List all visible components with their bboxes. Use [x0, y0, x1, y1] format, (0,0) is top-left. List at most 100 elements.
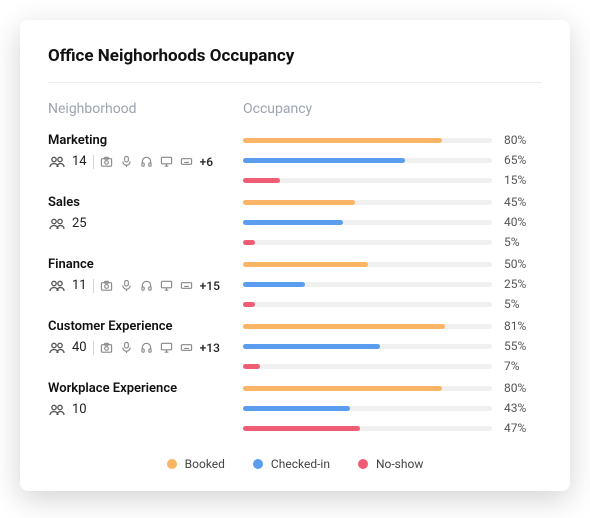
- bar-track: [243, 240, 492, 245]
- bar-row-no-show: 5%: [243, 297, 542, 311]
- bar-row-checked-in: 65%: [243, 153, 542, 167]
- legend-dot: [167, 459, 177, 469]
- neighborhood-row: Finance 11 +15: [48, 255, 243, 317]
- card-title: Office Neighorhoods Occupancy: [48, 46, 542, 66]
- neighborhood-meta: 25: [48, 216, 243, 231]
- people-icon: [48, 156, 66, 168]
- monitor-icon: [160, 155, 174, 169]
- amenity-extra-count: +13: [200, 341, 220, 355]
- bar-track: [243, 282, 492, 287]
- people-count: 10: [72, 402, 87, 417]
- people-icon: [48, 404, 66, 416]
- keyboard-icon: [180, 341, 194, 355]
- bar-track: [243, 324, 492, 329]
- bar-fill-booked: [243, 138, 442, 143]
- bar-track: [243, 220, 492, 225]
- legend-label: Booked: [185, 457, 225, 471]
- bar-track: [243, 200, 492, 205]
- bar-row-checked-in: 40%: [243, 215, 542, 229]
- monitor-icon: [160, 341, 174, 355]
- bar-track: [243, 426, 492, 431]
- bar-row-checked-in: 55%: [243, 339, 542, 353]
- neighborhood-name: Sales: [48, 195, 243, 210]
- monitor-icon: [160, 279, 174, 293]
- bar-percent: 47%: [504, 421, 542, 435]
- legend-label: Checked-in: [271, 457, 330, 471]
- bar-track: [243, 364, 492, 369]
- bar-fill-no-show: [243, 178, 280, 183]
- people-count: 11: [72, 278, 87, 293]
- bar-percent: 15%: [504, 173, 542, 187]
- bar-row-booked: 45%: [243, 195, 542, 209]
- bar-row-checked-in: 43%: [243, 401, 542, 415]
- bar-row-booked: 80%: [243, 381, 542, 395]
- occupancy-bars: 80% 65% 15%: [243, 131, 542, 193]
- neighborhood-name: Marketing: [48, 133, 243, 148]
- bar-percent: 5%: [504, 297, 542, 311]
- bar-percent: 5%: [504, 235, 542, 249]
- legend-item-no-show: No-show: [358, 457, 423, 471]
- bar-fill-booked: [243, 200, 355, 205]
- neighborhood-row: Sales 25: [48, 193, 243, 255]
- bar-row-no-show: 5%: [243, 235, 542, 249]
- neighborhood-meta: 14+6: [48, 154, 243, 169]
- amenity-extra-count: +6: [200, 155, 213, 169]
- occupancy-bars: 81% 55% 7%: [243, 317, 542, 379]
- neighborhood-row: Customer Experience 40 +13: [48, 317, 243, 379]
- occupancy-bars: 50% 25% 5%: [243, 255, 542, 317]
- occupancy-bars: 80% 43% 47%: [243, 379, 542, 441]
- neighborhood-row: Marketing 14+6: [48, 131, 243, 193]
- divider-line: [48, 82, 542, 83]
- headphones-icon: [140, 279, 154, 293]
- bar-fill-booked: [243, 262, 368, 267]
- neighborhood-meta: 10: [48, 402, 243, 417]
- meta-divider: [93, 279, 94, 293]
- meta-divider: [93, 341, 94, 355]
- bar-fill-no-show: [243, 364, 260, 369]
- amenity-extra-count: +15: [200, 279, 220, 293]
- bar-fill-no-show: [243, 426, 360, 431]
- bar-track: [243, 178, 492, 183]
- people-count: 25: [72, 216, 87, 231]
- bar-percent: 45%: [504, 195, 542, 209]
- bar-track: [243, 386, 492, 391]
- neighborhood-name: Customer Experience: [48, 319, 243, 334]
- bar-row-no-show: 7%: [243, 359, 542, 373]
- bar-percent: 25%: [504, 277, 542, 291]
- bar-track: [243, 406, 492, 411]
- camera-icon: [100, 155, 114, 169]
- bar-row-no-show: 47%: [243, 421, 542, 435]
- headphones-icon: [140, 155, 154, 169]
- bar-percent: 7%: [504, 359, 542, 373]
- legend-dot: [358, 459, 368, 469]
- legend-item-booked: Booked: [167, 457, 225, 471]
- bar-fill-checked-in: [243, 406, 350, 411]
- bar-percent: 50%: [504, 257, 542, 271]
- bar-fill-checked-in: [243, 344, 380, 349]
- bar-track: [243, 344, 492, 349]
- keyboard-icon: [180, 155, 194, 169]
- bar-percent: 43%: [504, 401, 542, 415]
- bar-fill-checked-in: [243, 220, 343, 225]
- bar-track: [243, 302, 492, 307]
- occupancy-column: Occupancy 80% 65% 15% 45% 40% 5% 50% 25% 5% 81% 55…: [243, 101, 542, 441]
- mic-icon: [120, 279, 134, 293]
- bar-fill-checked-in: [243, 158, 405, 163]
- bar-percent: 55%: [504, 339, 542, 353]
- bar-row-booked: 81%: [243, 319, 542, 333]
- bar-track: [243, 158, 492, 163]
- bar-row-booked: 80%: [243, 133, 542, 147]
- occupancy-card: Office Neighorhoods Occupancy Neighborho…: [20, 20, 570, 491]
- camera-icon: [100, 279, 114, 293]
- columns: Neighborhood Marketing14+6Sales25Finance…: [48, 101, 542, 441]
- neighborhood-name: Finance: [48, 257, 243, 272]
- bar-fill-no-show: [243, 302, 255, 307]
- legend-dot: [253, 459, 263, 469]
- occupancy-header: Occupancy: [243, 101, 542, 117]
- bar-percent: 65%: [504, 153, 542, 167]
- bar-percent: 81%: [504, 319, 542, 333]
- mic-icon: [120, 341, 134, 355]
- keyboard-icon: [180, 279, 194, 293]
- meta-divider: [93, 155, 94, 169]
- people-count: 40: [72, 340, 87, 355]
